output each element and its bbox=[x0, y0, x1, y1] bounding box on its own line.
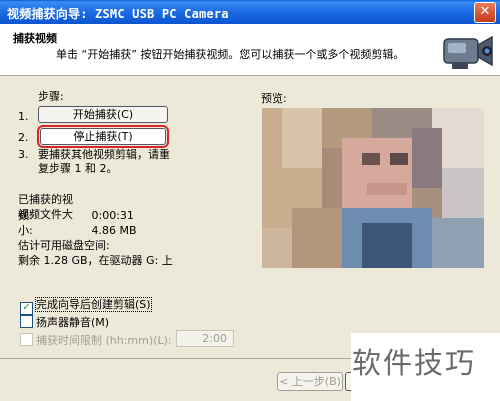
step-3-text: 要捕获其他视频剪辑，请重复步骤 1 和 2。 bbox=[38, 148, 170, 175]
watermark-text: 软件技巧 bbox=[352, 346, 477, 380]
close-button[interactable]: ✕ bbox=[474, 2, 496, 23]
title-bar: 视频捕获向导: ZSMC USB PC Camera ✕ bbox=[0, 0, 500, 24]
preview-label: 预览: bbox=[261, 92, 287, 105]
close-icon: ✕ bbox=[479, 4, 491, 19]
time-limit-input: 2:00 bbox=[176, 330, 234, 347]
step-2-number: 2. bbox=[18, 131, 29, 144]
time-limit-option: 捕获时间限制 (hh:mm)(L): bbox=[20, 332, 172, 348]
mute-checkbox[interactable] bbox=[20, 315, 33, 328]
create-clips-label: 完成向导后创建剪辑(S) bbox=[35, 297, 152, 312]
time-limit-checkbox bbox=[20, 333, 33, 346]
window-title: 视频捕获向导: ZSMC USB PC Camera bbox=[7, 7, 229, 21]
video-camera-icon bbox=[443, 35, 493, 69]
time-limit-label: 捕获时间限制 (hh:mm)(L): bbox=[36, 334, 172, 347]
video-preview bbox=[262, 108, 484, 268]
stop-capture-button[interactable]: 停止捕获(T) bbox=[37, 125, 169, 148]
disk-space-label: 估计可用磁盘空间: bbox=[18, 239, 110, 252]
mute-label: 扬声器静音(M) bbox=[36, 316, 110, 329]
step-1-number: 1. bbox=[18, 110, 29, 123]
page-title: 捕获视频 bbox=[13, 32, 57, 45]
steps-label: 步骤: bbox=[38, 90, 64, 103]
back-button: < 上一步(B) bbox=[277, 372, 343, 391]
mute-option[interactable]: 扬声器静音(M) bbox=[20, 314, 109, 330]
start-capture-button[interactable]: 开始捕获(C) bbox=[38, 106, 168, 123]
step-3-number: 3. bbox=[18, 148, 29, 161]
disk-space-value: 剩余 1.28 GB，在驱动器 G: 上 bbox=[18, 254, 173, 267]
file-size-label: 视频文件大小: bbox=[18, 208, 73, 237]
create-clips-option[interactable]: ✓ 完成向导后创建剪辑(S) bbox=[20, 296, 152, 315]
file-size-stat: 视频文件大小: 4.86 MB bbox=[18, 206, 137, 238]
wizard-header: 捕获视频 单击 “开始捕获” 按钮开始捕获视频。您可以捕获一个或多个视频剪辑。 bbox=[0, 24, 500, 76]
file-size-value: 4.86 MB bbox=[91, 224, 137, 237]
page-description: 单击 “开始捕获” 按钮开始捕获视频。您可以捕获一个或多个视频剪辑。 bbox=[56, 48, 405, 61]
